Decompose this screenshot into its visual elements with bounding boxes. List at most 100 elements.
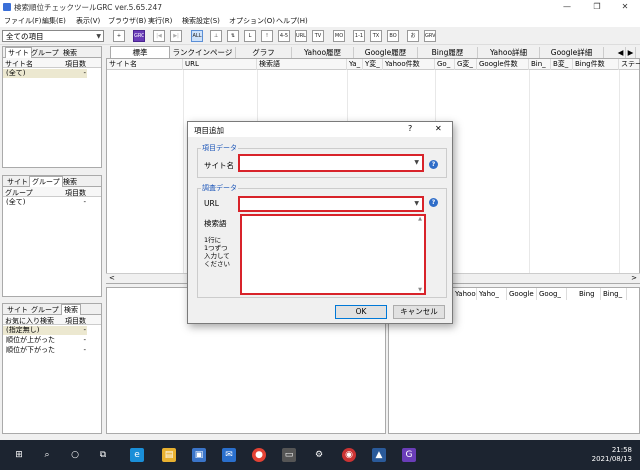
tab-scroll-right[interactable]: ▶ (626, 47, 636, 58)
col-google-change[interactable]: G変_ (455, 59, 477, 70)
col-bing-count[interactable]: Bing件数 (573, 59, 619, 70)
col-google-rank[interactable]: Go_ (435, 59, 455, 70)
ok-button[interactable]: OK (335, 305, 387, 319)
grc-taskbar-icon[interactable]: G (402, 448, 416, 462)
col-site-name[interactable]: サイト名 (5, 59, 33, 69)
col-group[interactable]: グループ (5, 188, 33, 198)
scroll-left-icon[interactable]: < (109, 274, 115, 282)
close-button[interactable]: ✕ (612, 0, 638, 14)
cancel-button[interactable]: キャンセル (393, 305, 445, 319)
tab-group[interactable]: グループ (29, 48, 61, 58)
clock[interactable]: 21:58 2021/08/13 (592, 446, 632, 464)
site-name-help-icon[interactable]: ? (429, 160, 438, 169)
list-item[interactable]: 順位が上がった - (3, 336, 87, 345)
gear-icon[interactable]: ⚙ (312, 448, 326, 462)
file-explorer-icon[interactable]: ▤ (162, 448, 176, 462)
tab-graph[interactable]: グラフ (236, 47, 292, 58)
menu-view[interactable]: 表示(V) (76, 16, 100, 26)
tv-button[interactable]: TV RE (312, 30, 324, 42)
menu-edit[interactable]: 編集(E) (42, 16, 66, 26)
list-item[interactable]: (指定無し) - (3, 326, 87, 335)
col-item-count[interactable]: 項目数 (65, 59, 86, 69)
col-keyword[interactable]: 検索語 (257, 59, 347, 70)
col-favorite-search[interactable]: お気に入り検索 (5, 316, 54, 326)
menu-help[interactable]: ヘルプ(H) (276, 16, 308, 26)
cortana-icon[interactable]: ○ (68, 448, 82, 462)
search-icon[interactable]: ⌕ (40, 448, 54, 462)
add-button[interactable]: + (113, 30, 125, 42)
menu-file[interactable]: ファイル(F) (4, 16, 42, 26)
filter-select[interactable]: 全ての項目 ▼ (2, 30, 104, 42)
chrome-icon[interactable]: ● (252, 448, 266, 462)
menu-options[interactable]: オプション(O) (229, 16, 275, 26)
site-name-select[interactable]: ▼ (238, 154, 424, 172)
col-bing-rank[interactable]: Bin_ (529, 59, 551, 70)
dialog-close-button[interactable]: ✕ (435, 124, 442, 133)
range-button[interactable]: 4-5 (278, 30, 290, 42)
menu-browser[interactable]: ブラウザ(B) (108, 16, 146, 26)
grv-button[interactable]: GRV (424, 30, 436, 42)
tab-group[interactable]: グループ (29, 305, 61, 315)
col-yahoo[interactable]: Yahoo (453, 288, 477, 300)
tab-bing-history[interactable]: Bing履歴 (418, 47, 478, 58)
tab-site[interactable]: サイト (5, 47, 32, 58)
windows-start-icon[interactable]: ⊞ (12, 448, 26, 462)
col-yahoo-change[interactable]: Y変_ (363, 59, 383, 70)
l-button[interactable]: L (244, 30, 256, 42)
tab-search[interactable]: 検索 (61, 177, 79, 187)
col-google[interactable]: Google (507, 288, 537, 300)
tx-button[interactable]: TX (370, 30, 382, 42)
col-google-count[interactable]: Google件数 (477, 59, 529, 70)
url-button[interactable]: URL (295, 30, 307, 42)
maximize-button[interactable]: ❐ (584, 0, 610, 14)
photo-icon[interactable]: ▲ (372, 448, 386, 462)
tab-search[interactable]: 検索 (61, 48, 79, 58)
sort-updown-button[interactable]: ⇅ (227, 30, 239, 42)
tab-group[interactable]: グループ (29, 176, 63, 187)
o-button[interactable]: お (407, 30, 419, 42)
col-yahoo-sub[interactable]: Yaho_ (477, 288, 507, 300)
col-yahoo-rank[interactable]: Ya_ (347, 59, 363, 70)
scroll-right-icon[interactable]: > (631, 274, 637, 282)
tab-yahoo-detail[interactable]: Yahoo詳細 (478, 47, 540, 58)
mo-button[interactable]: MO (333, 30, 345, 42)
edge-icon[interactable]: e (130, 448, 144, 462)
tab-rankin-page[interactable]: ランクインページ (170, 47, 236, 58)
col-url[interactable]: URL (183, 59, 257, 70)
app-icon[interactable]: ◉ (342, 448, 356, 462)
tab-yahoo-history[interactable]: Yahoo履歴 (292, 47, 354, 58)
url-select[interactable]: ▼ (238, 196, 424, 212)
tab-site[interactable]: サイト (5, 177, 30, 187)
col-status[interactable]: ステー (619, 59, 640, 70)
tab-search[interactable]: 検索 (61, 304, 81, 315)
store-icon[interactable]: ▣ (192, 448, 206, 462)
col-item-count[interactable]: 項目数 (65, 188, 86, 198)
col-bing-sub[interactable]: Bing_ (601, 288, 627, 300)
col-item-count[interactable]: 項目数 (65, 316, 86, 326)
all-button[interactable]: ALL (191, 30, 203, 42)
col-google-sub[interactable]: Goog_ (537, 288, 567, 300)
list-item[interactable]: (全て) - (3, 69, 87, 78)
last-button[interactable]: ▶| (170, 30, 182, 42)
hdd-icon[interactable]: ▭ (282, 448, 296, 462)
bo-button[interactable]: BO (387, 30, 399, 42)
tab-scroll-left[interactable]: ◀ (616, 47, 626, 58)
list-item[interactable]: (全て) - (3, 198, 87, 207)
sort-top-button[interactable]: ⊥ (210, 30, 222, 42)
mail-icon[interactable]: ✉ (222, 448, 236, 462)
col-site-name[interactable]: サイト名 (107, 59, 183, 70)
tab-standard[interactable]: 標準 (110, 46, 170, 58)
grc-button[interactable]: GRC (133, 30, 145, 42)
scroll-up-icon[interactable]: ▲ (418, 216, 422, 222)
scroll-down-icon[interactable]: ▼ (418, 287, 422, 293)
alert-button[interactable]: ! (261, 30, 273, 42)
url-help-icon[interactable]: ? (429, 198, 438, 207)
task-view-icon[interactable]: ⧉ (96, 448, 110, 462)
tab-site[interactable]: サイト (5, 305, 30, 315)
one-one-button[interactable]: 1-1 (353, 30, 365, 42)
col-bing[interactable]: Bing (577, 288, 601, 300)
first-button[interactable]: |◀ (153, 30, 165, 42)
col-yahoo-count[interactable]: Yahoo件数 (383, 59, 435, 70)
list-item[interactable]: 順位が下がった - (3, 346, 87, 355)
dialog-help-button[interactable]: ? (408, 124, 412, 133)
